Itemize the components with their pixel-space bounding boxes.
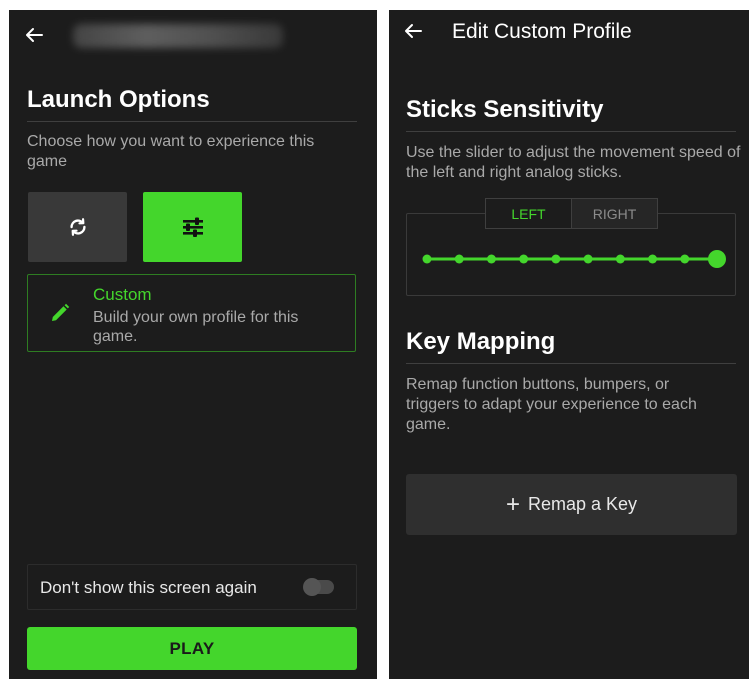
edit-custom-profile-screen: Edit Custom Profile Sticks Sensitivity U… <box>389 10 749 679</box>
custom-option-card[interactable]: Custom Build your own profile for this g… <box>27 274 356 352</box>
remap-key-label: Remap a Key <box>527 494 638 514</box>
dont-show-again-label: Don't show this screen again <box>40 578 257 597</box>
sticks-sensitivity-heading: Sticks Sensitivity <box>406 96 604 123</box>
key-mapping-description: Remap function buttons, bumpers, or trig… <box>406 376 697 433</box>
dont-show-again-row: Don't show this screen again <box>27 564 357 610</box>
key-mapping-heading: Key Mapping <box>406 328 556 355</box>
sticks-divider <box>406 131 736 132</box>
slider-thumb[interactable] <box>708 250 726 268</box>
launch-options-description: Choose how you want to experience this g… <box>27 133 315 170</box>
page-title: Edit Custom Profile <box>452 20 632 43</box>
slider-step[interactable] <box>454 254 464 264</box>
slider-step[interactable] <box>615 254 625 264</box>
toggle-knob <box>303 578 321 596</box>
heading-divider <box>27 121 357 122</box>
back-button[interactable] <box>402 20 428 46</box>
play-button[interactable]: PLAY <box>27 627 357 670</box>
tab-right-stick[interactable]: RIGHT <box>571 198 658 229</box>
back-button[interactable] <box>23 24 49 50</box>
custom-profile-option[interactable] <box>143 192 242 262</box>
game-title-blurred <box>73 24 283 48</box>
custom-option-title: Custom <box>93 285 152 304</box>
launch-options-screen: Launch Options Choose how you want to ex… <box>9 10 377 679</box>
play-button-label: PLAY <box>169 638 215 658</box>
slider-step[interactable] <box>551 254 561 264</box>
slider-step[interactable] <box>519 254 529 264</box>
custom-option-description: Build your own profile for this game. <box>93 309 299 345</box>
plus-icon: + <box>505 490 520 518</box>
tab-left-stick[interactable]: LEFT <box>485 198 571 229</box>
slider-step[interactable] <box>583 254 593 264</box>
default-profile-option[interactable] <box>28 192 127 262</box>
sticks-description: Use the slider to adjust the movement sp… <box>406 144 741 181</box>
slider-step[interactable] <box>422 254 432 264</box>
sync-icon <box>69 218 86 236</box>
back-arrow-icon <box>405 24 422 38</box>
slider-step[interactable] <box>648 254 658 264</box>
remap-key-button[interactable]: + Remap a Key <box>406 474 737 535</box>
slider-step[interactable] <box>486 254 496 264</box>
slider-step[interactable] <box>680 254 690 264</box>
sliders-icon <box>182 217 203 237</box>
pencil-icon <box>52 303 70 321</box>
dont-show-again-toggle[interactable] <box>303 578 334 596</box>
back-arrow-icon <box>26 28 43 42</box>
launch-options-heading: Launch Options <box>27 86 210 113</box>
key-mapping-divider <box>406 363 736 364</box>
stick-tabs: LEFT RIGHT <box>485 198 658 229</box>
